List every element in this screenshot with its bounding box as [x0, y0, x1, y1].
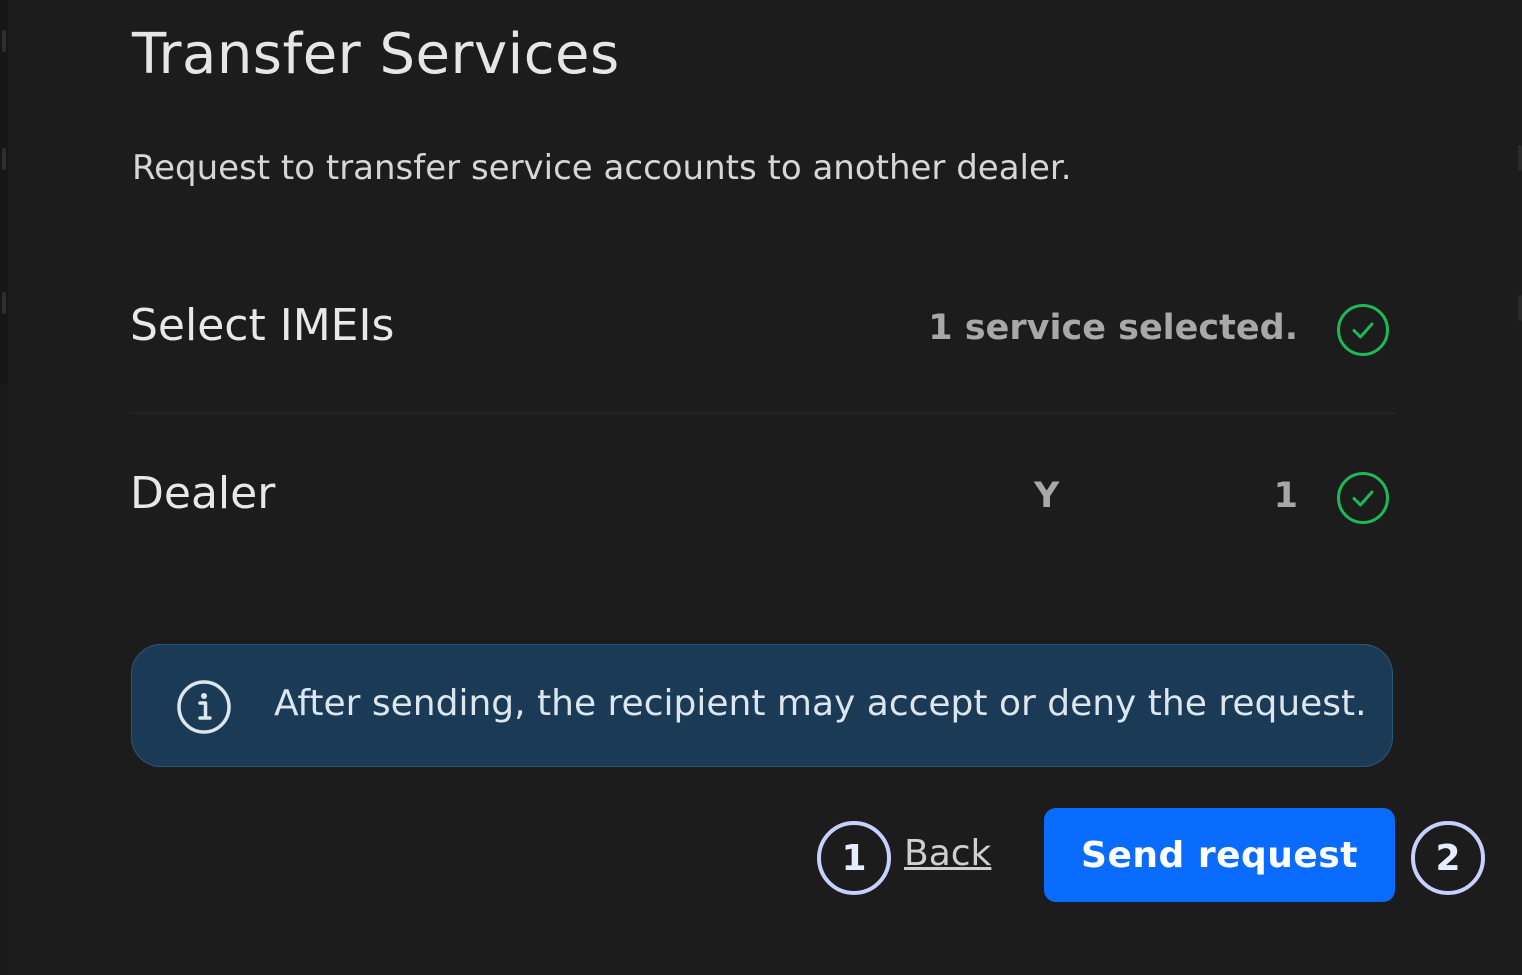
left-edge-shadow — [0, 0, 8, 385]
check-circle-icon — [1337, 472, 1389, 524]
edge-tick — [2, 30, 6, 52]
info-banner: After sending, the recipient may accept … — [131, 644, 1393, 767]
back-link[interactable]: Back — [904, 833, 991, 874]
row-divider — [130, 412, 1396, 414]
page-title: Transfer Services — [132, 22, 620, 87]
edge-tick — [2, 148, 6, 170]
annotation-marker-1: 1 — [817, 821, 891, 895]
dealer-name-value: Y — [1034, 476, 1060, 516]
select-imeis-label: Select IMEIs — [130, 300, 395, 351]
edge-tick — [2, 292, 6, 314]
page-subtitle: Request to transfer service accounts to … — [132, 148, 1072, 188]
dealer-count-value: 1 — [1273, 476, 1298, 516]
check-circle-icon — [1337, 304, 1389, 356]
edge-tick — [1518, 295, 1522, 321]
dealer-row[interactable]: Dealer Y 1 — [130, 418, 1396, 568]
transfer-services-dialog: Transfer Services Request to transfer se… — [0, 0, 1522, 975]
send-request-button[interactable]: Send request — [1044, 808, 1395, 902]
info-icon — [177, 680, 231, 734]
annotation-marker-2: 2 — [1411, 821, 1485, 895]
select-imeis-row[interactable]: Select IMEIs 1 service selected. — [130, 250, 1396, 400]
edge-tick — [1518, 145, 1522, 171]
dealer-label: Dealer — [130, 468, 276, 519]
info-text: After sending, the recipient may accept … — [274, 683, 1367, 724]
select-imeis-value: 1 service selected. — [928, 308, 1298, 348]
left-edge-lower — [0, 385, 8, 975]
